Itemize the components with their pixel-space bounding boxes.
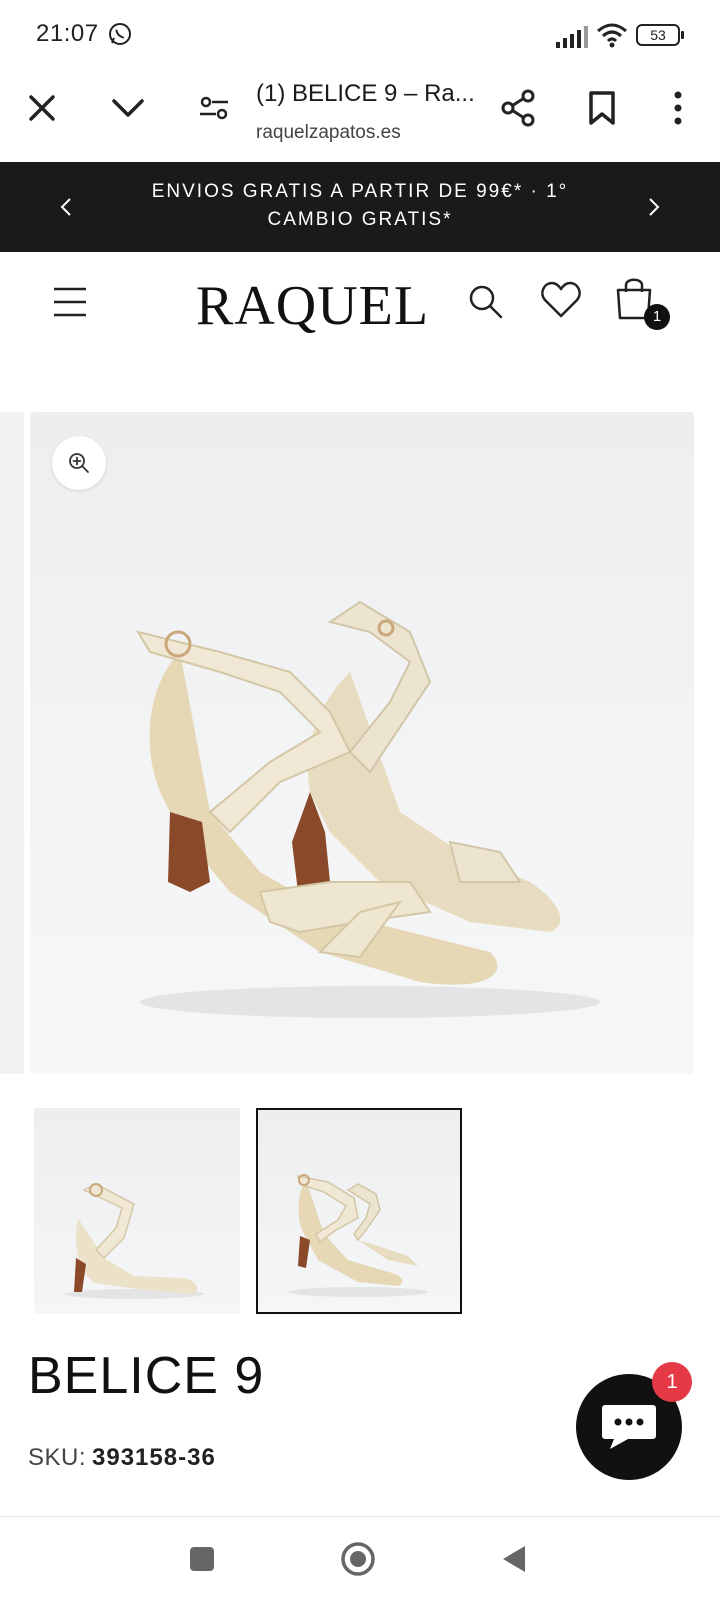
thumbnail-strip	[34, 1108, 474, 1318]
product-main-image[interactable]	[30, 412, 694, 1074]
zoom-in-icon	[69, 453, 89, 473]
back-button[interactable]	[494, 1539, 534, 1579]
sku-value: 393158-36	[92, 1444, 216, 1471]
menu-button[interactable]	[52, 284, 88, 320]
share-button[interactable]	[496, 86, 540, 130]
promo-text: ENVIOS GRATIS A PARTIR DE 99€* · 1° CAMB…	[151, 181, 569, 230]
signal-icon	[556, 26, 588, 48]
page-info-button[interactable]	[192, 88, 236, 128]
sku-label: SKU:	[28, 1444, 87, 1471]
recents-button[interactable]	[182, 1539, 222, 1579]
close-icon	[29, 95, 55, 121]
status-time: 21:07	[36, 20, 99, 47]
bookmark-icon	[589, 91, 615, 125]
promo-banner: ENVIOS GRATIS A PARTIR DE 99€* · 1° CAMB…	[0, 162, 720, 252]
tab-title[interactable]: (1) BELICE 9 – Ra...	[256, 80, 486, 108]
triangle-back-icon	[503, 1546, 525, 1572]
chevron-down-icon	[112, 99, 144, 117]
hamburger-icon	[54, 287, 86, 317]
cart-count-badge: 1	[644, 304, 670, 330]
sku-line: SKU: 393158-36	[28, 1444, 216, 1472]
square-icon	[190, 1547, 214, 1571]
status-bar: 21:07 53	[0, 0, 720, 66]
home-circle-icon	[341, 1542, 375, 1576]
more-menu-button[interactable]	[662, 86, 694, 130]
chat-notification-badge: 1	[652, 1362, 692, 1402]
promo-next-button[interactable]	[642, 192, 666, 222]
cart-button[interactable]: 1	[614, 274, 670, 330]
chevron-left-icon	[60, 198, 71, 216]
system-nav-bar	[0, 1516, 720, 1600]
wifi-icon	[597, 23, 627, 48]
search-icon	[469, 285, 503, 319]
url-text[interactable]: raquelzapatos.es	[256, 122, 401, 144]
share-icon	[501, 89, 535, 127]
heart-icon	[541, 281, 581, 318]
wishlist-button[interactable]	[540, 280, 582, 322]
expand-button[interactable]	[106, 88, 150, 128]
close-tab-button[interactable]	[22, 88, 62, 128]
browser-toolbar: (1) BELICE 9 – Ra... raquelzapatos.es	[0, 66, 720, 162]
battery-icon: 53	[636, 24, 684, 46]
product-title: BELICE 9	[28, 1347, 265, 1405]
home-button[interactable]	[338, 1539, 378, 1579]
site-header: RAQUEL 1	[0, 252, 720, 362]
sandal-pair-thumbnail	[288, 1174, 428, 1297]
chat-bubble-icon	[602, 1405, 656, 1449]
previous-image-peek[interactable]	[0, 412, 24, 1074]
thumbnail-1[interactable]	[34, 1108, 240, 1314]
zoom-button[interactable]	[52, 436, 106, 490]
sandal-side-thumbnail	[64, 1183, 204, 1299]
more-vert-icon	[674, 91, 682, 125]
brand-logo[interactable]: RAQUEL	[196, 276, 429, 336]
page-info-icon	[200, 96, 228, 120]
thumbnail-2-selected[interactable]	[256, 1108, 462, 1314]
bookmark-button[interactable]	[582, 86, 622, 130]
sandal-image	[135, 600, 600, 1018]
promo-prev-button[interactable]	[54, 192, 78, 222]
search-button[interactable]	[466, 282, 506, 322]
whatsapp-icon	[109, 23, 131, 45]
chevron-right-icon	[649, 198, 660, 216]
